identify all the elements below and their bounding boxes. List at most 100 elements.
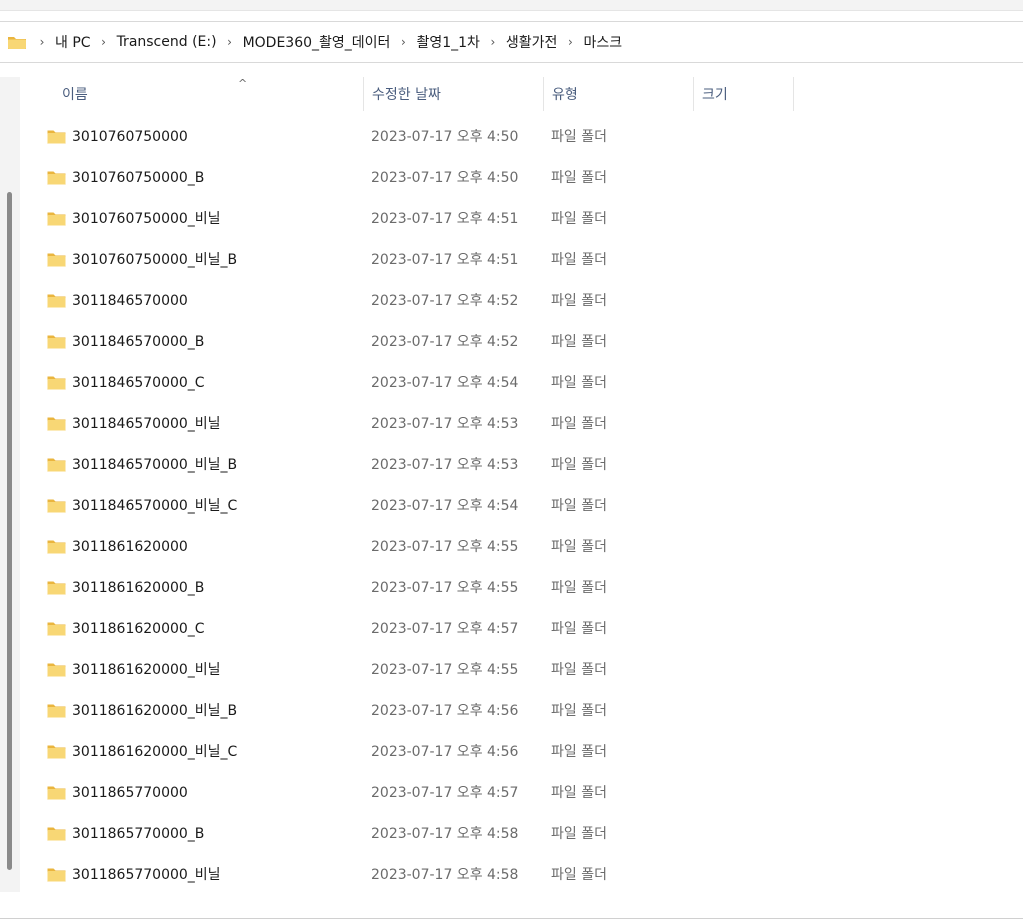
column-header: 이름 ^ 수정한 날짜 유형 크기 (20, 77, 1023, 111)
breadcrumb: › 내 PC › Transcend (E:) › MODE360_촬영_데이터 › 촬영1_… (31, 32, 624, 52)
file-name[interactable]: 3011861620000_비닐_B (72, 691, 237, 732)
file-modified-date: 2023-07-17 오후 4:53 (371, 416, 519, 432)
file-modified-date: 2023-07-17 오후 4:50 (371, 129, 519, 145)
file-modified-date: 2023-07-17 오후 4:58 (371, 826, 519, 842)
file-modified-date: 2023-07-17 오후 4:52 (371, 334, 519, 350)
folder-icon (47, 785, 66, 800)
file-row[interactable]: 3011846570000_비닐 2023-07-17 오후 4:53 파일 폴더 (20, 404, 1023, 445)
breadcrumb-item[interactable]: 촬영1_1차 (414, 32, 481, 52)
breadcrumb-separator-icon[interactable]: › (93, 35, 115, 49)
folder-icon (47, 211, 66, 226)
file-row[interactable]: 3011846570000_B 2023-07-17 오후 4:52 파일 폴더 (20, 322, 1023, 363)
vertical-scrollbar[interactable] (7, 192, 12, 870)
file-name[interactable]: 3011861620000_C (72, 609, 205, 650)
file-name[interactable]: 3010760750000_비닐 (72, 199, 221, 240)
folder-icon (47, 129, 66, 144)
folder-icon (47, 170, 66, 185)
column-date-label: 수정한 날짜 (372, 87, 441, 103)
file-name[interactable]: 3011846570000_비닐_B (72, 445, 237, 486)
folder-icon (47, 334, 66, 349)
file-modified-date: 2023-07-17 오후 4:56 (371, 744, 519, 760)
breadcrumb-separator-icon[interactable]: › (31, 35, 53, 49)
breadcrumb-item[interactable]: 마스크 (581, 32, 624, 52)
file-modified-date: 2023-07-17 오후 4:53 (371, 457, 519, 473)
file-name[interactable]: 3010760750000_비닐_B (72, 240, 237, 281)
file-type: 파일 폴더 (551, 334, 607, 350)
breadcrumb-separator-icon[interactable]: › (559, 35, 581, 49)
column-header-name[interactable]: 이름 ^ (54, 77, 364, 111)
file-type: 파일 폴더 (551, 375, 607, 391)
file-row[interactable]: 3010760750000_비닐_B 2023-07-17 오후 4:51 파일 폴… (20, 240, 1023, 281)
file-name[interactable]: 3011846570000_B (72, 322, 204, 363)
file-name[interactable]: 3011865770000 (72, 773, 188, 814)
file-modified-date: 2023-07-17 오후 4:54 (371, 498, 519, 514)
file-type: 파일 폴더 (551, 785, 607, 801)
file-row[interactable]: 3010760750000 2023-07-17 오후 4:50 파일 폴더 (20, 117, 1023, 158)
file-row[interactable]: 3011846570000_C 2023-07-17 오후 4:54 파일 폴더 (20, 363, 1023, 404)
file-row[interactable]: 3011861620000_비닐_C 2023-07-17 오후 4:56 파일 폴… (20, 732, 1023, 773)
folder-icon (47, 662, 66, 677)
file-type: 파일 폴더 (551, 826, 607, 842)
file-name[interactable]: 3011861620000 (72, 527, 188, 568)
file-name[interactable]: 3011861620000_B (72, 568, 204, 609)
file-modified-date: 2023-07-17 오후 4:51 (371, 252, 519, 268)
folder-icon (47, 457, 66, 472)
file-type: 파일 폴더 (551, 170, 607, 186)
file-name[interactable]: 3010760750000_B (72, 158, 204, 199)
folder-icon (47, 580, 66, 595)
column-header-size[interactable]: 크기 (694, 77, 794, 111)
breadcrumb-separator-icon[interactable]: › (219, 35, 241, 49)
breadcrumb-item[interactable]: MODE360_촬영_데이터 (241, 32, 393, 52)
file-row[interactable]: 3011846570000_비닐_B 2023-07-17 오후 4:53 파일 폴… (20, 445, 1023, 486)
file-modified-date: 2023-07-17 오후 4:55 (371, 580, 519, 596)
file-name[interactable]: 3011846570000_비닐 (72, 404, 221, 445)
sort-ascending-icon: ^ (238, 77, 248, 90)
file-modified-date: 2023-07-17 오후 4:57 (371, 785, 519, 801)
file-type: 파일 폴더 (551, 580, 607, 596)
file-name[interactable]: 3011846570000 (72, 281, 188, 322)
column-header-date[interactable]: 수정한 날짜 (364, 77, 544, 111)
breadcrumb-item[interactable]: 내 PC (53, 32, 93, 52)
file-modified-date: 2023-07-17 오후 4:55 (371, 662, 519, 678)
file-row[interactable]: 3011846570000_비닐_C 2023-07-17 오후 4:54 파일 폴… (20, 486, 1023, 527)
file-list-pane: 이름 ^ 수정한 날짜 유형 크기 3010760750000 2023-07-1… (0, 77, 1023, 892)
file-type: 파일 폴더 (551, 129, 607, 145)
file-row[interactable]: 3011846570000 2023-07-17 오후 4:52 파일 폴더 (20, 281, 1023, 322)
file-type: 파일 폴더 (551, 662, 607, 678)
file-name[interactable]: 3011846570000_C (72, 363, 205, 404)
column-size-label: 크기 (702, 87, 728, 103)
file-name[interactable]: 3011846570000_비닐_C (72, 486, 237, 527)
folder-icon (47, 539, 66, 554)
folder-icon (47, 744, 66, 759)
file-row[interactable]: 3011865770000 2023-07-17 오후 4:57 파일 폴더 (20, 773, 1023, 814)
file-row[interactable]: 3011861620000_비닐_B 2023-07-17 오후 4:56 파일 폴… (20, 691, 1023, 732)
file-name[interactable]: 3011861620000_비닐_C (72, 732, 237, 773)
file-row[interactable]: 3010760750000_B 2023-07-17 오후 4:50 파일 폴더 (20, 158, 1023, 199)
file-row[interactable]: 3011861620000 2023-07-17 오후 4:55 파일 폴더 (20, 527, 1023, 568)
file-name[interactable]: 3011865770000_비닐 (72, 855, 221, 896)
folder-icon (47, 621, 66, 636)
file-type: 파일 폴더 (551, 498, 607, 514)
file-type: 파일 폴더 (551, 457, 607, 473)
file-row[interactable]: 3011861620000_비닐 2023-07-17 오후 4:55 파일 폴더 (20, 650, 1023, 691)
file-row[interactable]: 3011861620000_C 2023-07-17 오후 4:57 파일 폴더 (20, 609, 1023, 650)
file-row[interactable]: 3011865770000_비닐 2023-07-17 오후 4:58 파일 폴더 (20, 855, 1023, 896)
column-type-label: 유형 (552, 87, 578, 103)
file-type: 파일 폴더 (551, 539, 607, 555)
file-type: 파일 폴더 (551, 416, 607, 432)
file-row[interactable]: 3010760750000_비닐 2023-07-17 오후 4:51 파일 폴더 (20, 199, 1023, 240)
file-modified-date: 2023-07-17 오후 4:55 (371, 539, 519, 555)
folder-icon (47, 375, 66, 390)
breadcrumb-separator-icon[interactable]: › (392, 35, 414, 49)
file-name[interactable]: 3010760750000 (72, 117, 188, 158)
breadcrumb-item[interactable]: 생활가전 (504, 32, 560, 52)
file-row[interactable]: 3011865770000_B 2023-07-17 오후 4:58 파일 폴더 (20, 814, 1023, 855)
breadcrumb-item[interactable]: Transcend (E:) (115, 34, 219, 50)
address-bar[interactable]: › 내 PC › Transcend (E:) › MODE360_촬영_데이터 › 촬영1_… (0, 21, 1023, 63)
breadcrumb-separator-icon[interactable]: › (482, 35, 504, 49)
file-row[interactable]: 3011861620000_B 2023-07-17 오후 4:55 파일 폴더 (20, 568, 1023, 609)
folder-icon (47, 498, 66, 513)
column-header-type[interactable]: 유형 (544, 77, 694, 111)
file-name[interactable]: 3011865770000_B (72, 814, 204, 855)
file-name[interactable]: 3011861620000_비닐 (72, 650, 221, 691)
